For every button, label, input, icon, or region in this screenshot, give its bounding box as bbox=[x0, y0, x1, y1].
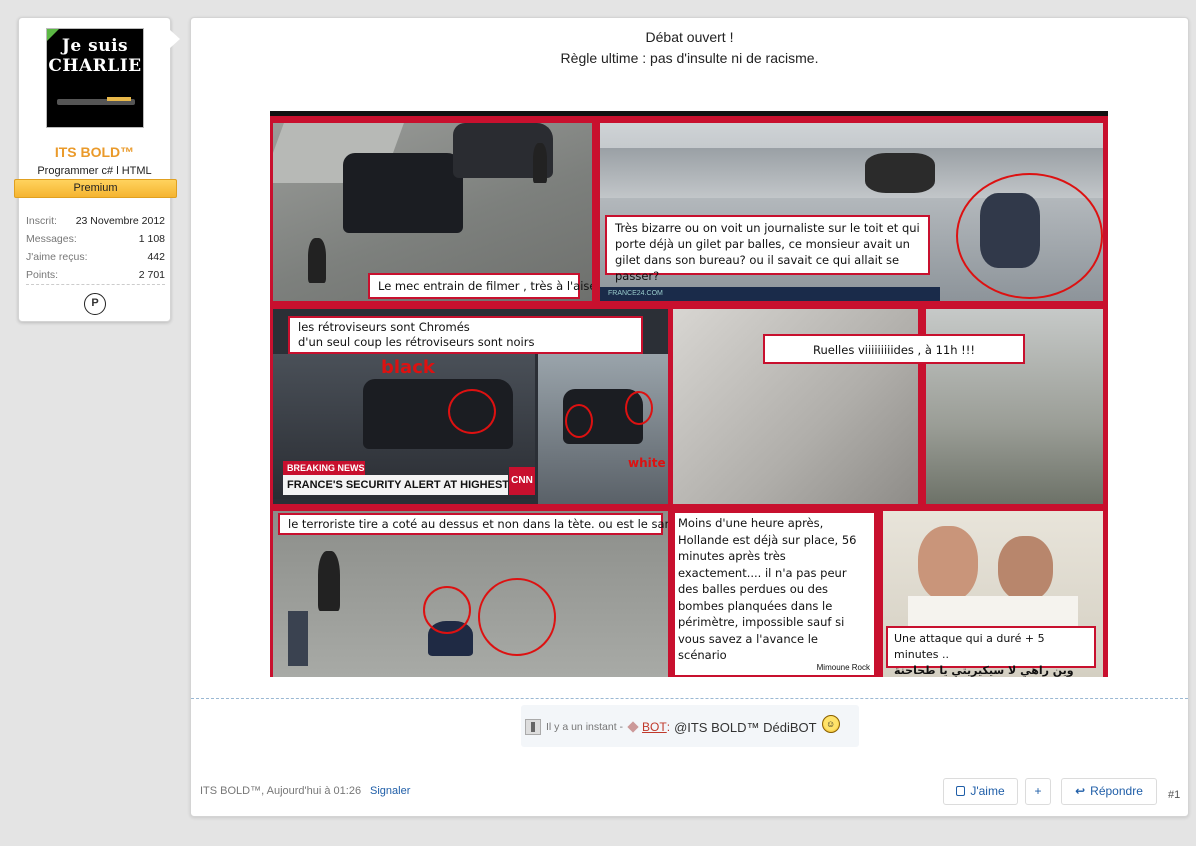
shooter bbox=[318, 551, 340, 611]
stat-likes: J'aime reçus: 442 bbox=[26, 248, 165, 266]
bot-comment-row: Il y a un instant - BOT: @ITS BOLD™ Dédi… bbox=[525, 715, 840, 736]
reply-arrow-icon: ↩ bbox=[1075, 784, 1086, 798]
mirror-circle-1 bbox=[448, 389, 496, 434]
stat-value[interactable]: 1 108 bbox=[139, 230, 165, 248]
stat-joined: Inscrit: 23 Novembre 2012 bbox=[26, 212, 165, 230]
playstation-icon[interactable]: P bbox=[84, 293, 106, 315]
stat-value: 442 bbox=[147, 251, 165, 263]
panel-rooftop: Très bizarre ou on voit un journaliste s… bbox=[600, 123, 1103, 301]
report-link[interactable]: Signaler bbox=[370, 785, 410, 797]
stat-label: J'aime reçus: bbox=[26, 251, 88, 263]
avatar[interactable]: Je suis CHARLIE bbox=[46, 28, 144, 128]
panel-empty-streets: Ruelles viiiiiiiiides , à 11h !!! bbox=[673, 309, 1103, 504]
stat-label: Messages: bbox=[26, 233, 77, 245]
caption-attack: Une attaque qui a duré + 5 minutes .. وي… bbox=[886, 626, 1096, 677]
card-notch bbox=[170, 30, 180, 48]
mirror-circle-2 bbox=[565, 404, 593, 438]
avatar-pencil-shape bbox=[107, 97, 131, 101]
label-black: black bbox=[381, 357, 435, 378]
post-number[interactable]: #1 bbox=[1168, 789, 1180, 801]
man-face-2 bbox=[998, 536, 1053, 601]
caption-hollande: Moins d'une heure après, Hollande est dé… bbox=[678, 516, 857, 662]
panel-shooting: le terroriste tire a coté au dessus et n… bbox=[273, 511, 668, 677]
signature: Mimoune Rock bbox=[816, 663, 870, 672]
panel-hollande-text: Moins d'une heure après, Hollande est dé… bbox=[673, 511, 876, 677]
panel-men-photo: Une attaque qui a duré + 5 minutes .. وي… bbox=[883, 511, 1103, 677]
avatar-logo-text: Je suis CHARLIE bbox=[48, 36, 142, 76]
bot-comment: Il y a un instant - BOT: @ITS BOLD™ Dédi… bbox=[521, 705, 859, 747]
panel-mirrors: black white BREAKING NEWS FRANCE'S SECUR… bbox=[273, 309, 668, 504]
stat-label: Points: bbox=[26, 269, 59, 281]
reply-label: Répondre bbox=[1090, 784, 1143, 798]
stat-points: Points: 2 701 bbox=[26, 266, 165, 284]
post: Débat ouvert ! Règle ultime : pas d'insu… bbox=[190, 17, 1189, 817]
caption-attack-fr: Une attaque qui a duré + 5 minutes .. bbox=[894, 632, 1045, 661]
france24-banner: FRANCE24.COM bbox=[600, 287, 940, 301]
alert-ticker: FRANCE'S SECURITY ALERT AT HIGHEST LEVEL bbox=[283, 475, 508, 495]
bot-message: @ITS BOLD™ DédiBOT bbox=[674, 719, 817, 735]
signature-separator bbox=[191, 698, 1188, 699]
thumbs-up-icon bbox=[956, 786, 966, 796]
caption-journalist: Très bizarre ou on voit un journaliste s… bbox=[605, 215, 930, 283]
username[interactable]: ITS BOLD™ bbox=[19, 144, 170, 160]
user-card: Je suis CHARLIE ITS BOLD™ Programmer c# … bbox=[14, 17, 180, 322]
stat-label: Inscrit: bbox=[26, 215, 57, 227]
gunman bbox=[308, 238, 326, 283]
shot-circle-2 bbox=[478, 578, 556, 656]
post-image-collage[interactable]: Le mec entrain de filmer , très à l'aise… bbox=[270, 111, 1108, 677]
caption-mirrors: les rétroviseurs sont Chromés d'un seul … bbox=[288, 316, 643, 354]
gunman-2 bbox=[533, 143, 547, 183]
stat-messages: Messages: 1 108 bbox=[26, 230, 165, 248]
post-pole bbox=[288, 611, 308, 666]
bot-avatar-icon[interactable] bbox=[525, 719, 541, 735]
post-text-line-2: Règle ultime : pas d'insulte ni de racis… bbox=[560, 50, 819, 66]
stats-divider bbox=[26, 284, 165, 285]
bot-timestamp: Il y a un instant - bbox=[546, 721, 624, 733]
premium-badge: Premium bbox=[14, 179, 177, 198]
stat-value: 23 Novembre 2012 bbox=[75, 215, 165, 227]
cnn-logo: CNN bbox=[509, 467, 535, 495]
journalist bbox=[865, 153, 935, 193]
black-car bbox=[343, 153, 463, 233]
reply-button[interactable]: ↩ Répondre bbox=[1061, 778, 1157, 805]
label-white: white bbox=[628, 456, 666, 470]
post-author-date[interactable]: ITS BOLD™, Aujourd'hui à 01:26 bbox=[200, 785, 361, 797]
panel-street-car: Le mec entrain de filmer , très à l'aise bbox=[273, 123, 592, 301]
post-text-line-1: Débat ouvert ! bbox=[645, 29, 734, 45]
caption-filming: Le mec entrain de filmer , très à l'aise bbox=[368, 273, 592, 299]
user-stats: Inscrit: 23 Novembre 2012 Messages: 1 10… bbox=[26, 212, 165, 284]
smiley-icon: ☺ bbox=[821, 715, 840, 733]
bot-colon: : bbox=[666, 720, 671, 734]
man-face-1 bbox=[918, 526, 978, 601]
caption-attack-ar: وين راهي لا سيكيريتي يا طحاحنة ؟؟ bbox=[894, 664, 1074, 677]
caption-empty-streets: Ruelles viiiiiiiiides , à 11h !!! bbox=[763, 334, 1025, 364]
caption-shooter: le terroriste tire a coté au dessus et n… bbox=[278, 513, 668, 535]
plus-button[interactable]: + bbox=[1025, 778, 1051, 805]
bot-username-link[interactable]: BOT bbox=[642, 720, 667, 734]
like-button[interactable]: J'aime bbox=[943, 778, 1018, 805]
user-title: Programmer c# l HTML bbox=[37, 165, 152, 177]
shot-circle-1 bbox=[423, 586, 471, 634]
mirror-circle-3 bbox=[625, 391, 653, 425]
like-label: J'aime bbox=[970, 784, 1005, 798]
stat-value[interactable]: 2 701 bbox=[139, 266, 165, 284]
tag-icon bbox=[627, 721, 639, 733]
breaking-news-label: BREAKING NEWS bbox=[283, 461, 365, 475]
highlight-circle bbox=[956, 173, 1103, 299]
